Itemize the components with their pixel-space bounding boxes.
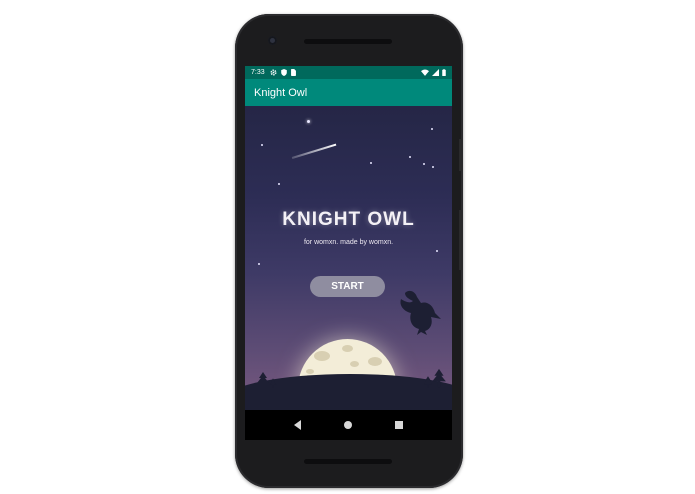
status-icons-right xyxy=(421,69,446,76)
app-title: Knight Owl xyxy=(254,86,308,99)
volume-button xyxy=(459,210,463,270)
star xyxy=(436,250,438,252)
star xyxy=(370,162,372,164)
screen: 7:33 Knight Owl KNIGHT OWL for womxn. ma… xyxy=(245,66,452,440)
moon-crater xyxy=(368,357,382,366)
star xyxy=(409,156,411,158)
battery-icon xyxy=(442,69,446,76)
front-camera xyxy=(268,36,277,45)
splash-content: KNIGHT OWL for womxn. made by womxn. STA… xyxy=(245,106,452,410)
app-bar: Knight Owl xyxy=(245,79,452,106)
home-icon[interactable] xyxy=(343,421,352,429)
splash-title: KNIGHT OWL xyxy=(282,209,415,230)
wifi-icon xyxy=(421,69,429,76)
star xyxy=(258,263,260,265)
moon-crater xyxy=(314,351,330,361)
back-icon[interactable] xyxy=(294,420,302,430)
status-time: 7:33 xyxy=(251,69,265,76)
bottom-speaker xyxy=(304,459,392,464)
power-button xyxy=(459,139,463,171)
owl-icon xyxy=(400,290,441,335)
tree-icon xyxy=(432,368,446,388)
status-icons-left xyxy=(270,69,296,76)
settings-icon xyxy=(270,69,277,76)
tree-icon xyxy=(423,376,433,388)
recents-icon[interactable] xyxy=(394,421,403,429)
navigation-bar xyxy=(245,410,452,440)
shooting-star xyxy=(291,143,337,159)
signal-icon xyxy=(432,69,439,76)
tree-icon xyxy=(257,372,269,388)
star xyxy=(307,120,310,123)
start-button[interactable]: START xyxy=(310,276,385,297)
star xyxy=(431,128,433,130)
sim-icon xyxy=(290,69,296,76)
splash-tagline: for womxn. made by womxn. xyxy=(303,239,394,246)
status-bar: 7:33 xyxy=(245,66,452,79)
moon-crater xyxy=(342,345,353,352)
tree-icon xyxy=(269,378,277,388)
star xyxy=(278,183,280,185)
moon-crater xyxy=(306,369,314,374)
shield-icon xyxy=(280,69,287,76)
earpiece-speaker xyxy=(304,39,392,44)
star xyxy=(423,163,425,165)
moon-crater xyxy=(350,361,359,367)
star xyxy=(261,144,263,146)
star xyxy=(432,166,434,168)
